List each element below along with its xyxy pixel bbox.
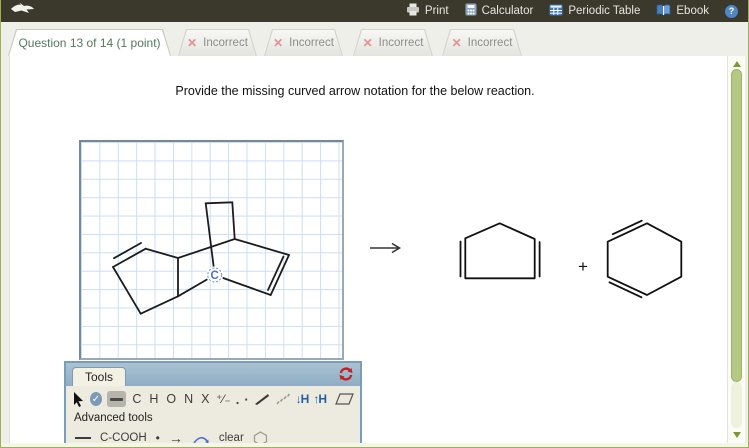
reactant-molecule-drawing: C xyxy=(112,201,290,315)
element-o-tool[interactable]: O xyxy=(165,392,178,406)
cyclohexadiene-structure xyxy=(606,219,683,299)
incorrect-tab-label: Incorrect xyxy=(203,36,248,49)
highlighted-carbon-atom[interactable]: C xyxy=(211,270,219,282)
tools-header: Tools xyxy=(66,363,360,386)
triangle-up-icon xyxy=(732,61,741,67)
cooh-fragment-tool[interactable]: C-COOH xyxy=(100,432,147,443)
eraser-tool[interactable] xyxy=(335,393,354,405)
basic-tools-row: ✓ C H O N X ⁺⁄₋ . · ↓H ↑H xyxy=(66,386,360,408)
charge-plus-minus-tool[interactable]: ⁺⁄₋ xyxy=(216,392,231,406)
reaction-products: + xyxy=(370,219,683,299)
question-tab-bar: Question 13 of 14 (1 point) ✕ Incorrect … xyxy=(1,22,748,56)
molecule-sketcher-canvas[interactable]: C xyxy=(79,140,344,360)
curved-arrow-tool[interactable] xyxy=(192,433,210,443)
scrollbar-track[interactable] xyxy=(731,382,742,428)
question-prompt: Provide the missing curved arrow notatio… xyxy=(175,84,535,98)
calculator-button[interactable]: Calculator xyxy=(465,3,534,19)
incorrect-tab-label: Incorrect xyxy=(289,36,334,49)
select-cursor-tool[interactable] xyxy=(73,391,85,407)
active-tab-label: Question 13 of 14 (1 point) xyxy=(18,35,161,50)
advanced-tools-label: Advanced tools xyxy=(74,412,153,424)
periodic-table-icon xyxy=(549,4,563,19)
calculator-label: Calculator xyxy=(481,5,534,17)
app-window: Print Calculator Periodic Table Ebook ? … xyxy=(0,0,749,448)
vertical-scrollbar[interactable] xyxy=(727,56,745,443)
single-bond-tool-selected[interactable] xyxy=(107,391,126,407)
print-button[interactable]: Print xyxy=(406,3,449,19)
calculator-icon xyxy=(465,3,477,19)
incorrect-x-icon: ✕ xyxy=(362,35,373,50)
plus-sign: + xyxy=(578,257,588,276)
element-c-tool[interactable]: C xyxy=(131,392,143,406)
radical-dot-tool[interactable]: . xyxy=(236,392,240,407)
toolbar-actions: Print Calculator Periodic Table Ebook ? xyxy=(406,3,738,19)
wedge-bond-tool[interactable] xyxy=(254,393,270,405)
question-content: Provide the missing curved arrow notatio… xyxy=(9,56,729,443)
hashed-wedge-bond-tool[interactable] xyxy=(275,393,291,405)
brand-logo-bird-icon xyxy=(9,1,35,21)
tab-incorrect-1[interactable]: ✕ Incorrect xyxy=(178,29,257,56)
incorrect-x-icon: ✕ xyxy=(187,35,198,50)
incorrect-x-icon: ✕ xyxy=(451,35,462,50)
remove-hydrogen-tool[interactable]: ↓H xyxy=(296,392,310,406)
periodic-table-label: Periodic Table xyxy=(568,5,641,17)
tab-incorrect-4[interactable]: ✕ Incorrect xyxy=(442,29,522,56)
incorrect-x-icon: ✕ xyxy=(273,35,284,50)
periodic-table-button[interactable]: Periodic Table xyxy=(549,4,640,19)
help-button[interactable]: ? xyxy=(725,4,738,18)
element-n-tool[interactable]: N xyxy=(183,392,195,406)
reaction-arrow-tool[interactable]: → xyxy=(169,430,183,443)
tab-incorrect-2[interactable]: ✕ Incorrect xyxy=(264,29,343,56)
incorrect-tab-label: Incorrect xyxy=(378,36,424,49)
ebook-button[interactable]: Ebook xyxy=(656,4,709,19)
advanced-tools-row: C-COOH • → clear xyxy=(66,424,360,443)
scroll-down-button[interactable] xyxy=(728,429,745,441)
tools-palette: Tools ✓ C H O N X ⁺⁄₋ . · ↓H ↑H Advanced… xyxy=(64,361,362,443)
incorrect-tab-label: Incorrect xyxy=(467,36,513,49)
ebook-icon xyxy=(656,4,671,19)
element-h-tool[interactable]: H xyxy=(148,392,160,406)
reset-refresh-icon[interactable] xyxy=(338,366,354,382)
ebook-label: Ebook xyxy=(676,5,709,17)
element-x-tool[interactable]: X xyxy=(200,392,211,406)
top-toolbar: Print Calculator Periodic Table Ebook ? xyxy=(1,0,748,22)
scrollbar-thumb[interactable] xyxy=(731,69,742,382)
triangle-down-icon xyxy=(732,432,741,438)
check-answer-icon[interactable]: ✓ xyxy=(90,392,102,406)
tab-active-question[interactable]: Question 13 of 14 (1 point) xyxy=(8,29,171,56)
cyclopentadiene-structure xyxy=(459,222,541,280)
page-bottom-frame xyxy=(1,443,748,448)
tools-tab[interactable]: Tools xyxy=(72,367,127,386)
lone-pair-tool[interactable]: · xyxy=(244,392,248,407)
clear-button[interactable]: clear xyxy=(219,432,244,443)
add-hydrogen-tool[interactable]: ↑H xyxy=(313,392,327,406)
print-label: Print xyxy=(424,5,449,17)
printer-icon xyxy=(406,3,420,19)
bond-fragment-tool[interactable] xyxy=(75,437,91,439)
tab-incorrect-3[interactable]: ✕ Incorrect xyxy=(353,29,433,56)
ring-template-tool[interactable] xyxy=(253,430,268,443)
electron-dot-tool[interactable]: • xyxy=(156,431,160,443)
reaction-arrow-icon xyxy=(370,242,402,254)
